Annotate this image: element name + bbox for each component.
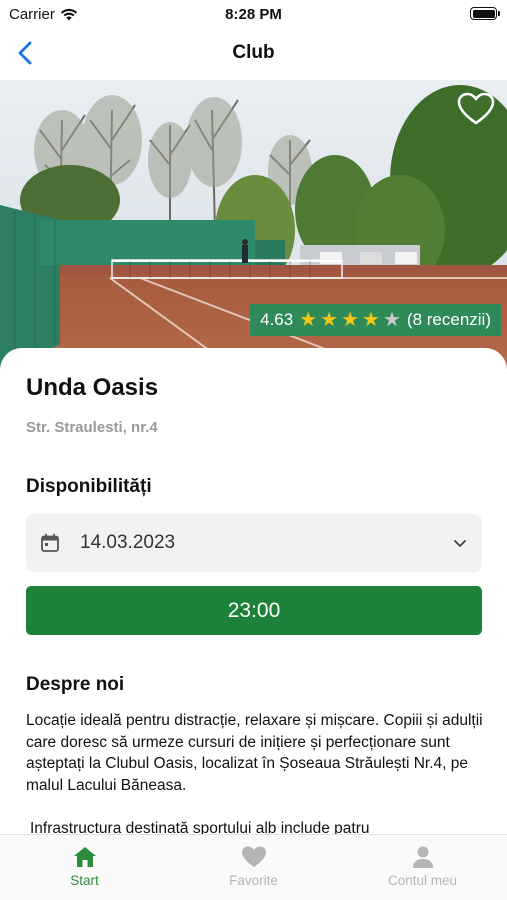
- rating-value: 4.63: [260, 310, 294, 329]
- tab-account[interactable]: Contul meu: [338, 835, 507, 900]
- page-title: Club: [232, 42, 275, 63]
- star-icon: ★: [341, 309, 360, 331]
- tab-label: Start: [70, 873, 99, 888]
- calendar-icon: [41, 533, 59, 552]
- favorite-button[interactable]: [457, 92, 495, 128]
- tab-favorite[interactable]: Favorite: [169, 835, 338, 900]
- star-icon: ★: [320, 309, 339, 331]
- tab-start[interactable]: Start: [0, 835, 169, 900]
- star-icon: ★: [362, 309, 380, 331]
- date-picker[interactable]: 14.03.2023: [26, 514, 482, 572]
- club-name: Unda Oasis: [26, 374, 159, 401]
- battery-icon: [470, 7, 500, 20]
- club-details-sheet: Unda Oasis Str. Straulesti, nr.4 Disponi…: [0, 348, 507, 834]
- star-icon: ★: [299, 309, 318, 331]
- status-bar: Carrier 8:28 PM: [0, 0, 507, 30]
- tab-bar: Start Favorite Contul meu: [0, 834, 507, 900]
- chevron-down-icon: [454, 540, 466, 547]
- reviews-count[interactable]: (8 recenzii): [407, 310, 491, 330]
- tab-label: Contul meu: [387, 873, 458, 888]
- rating-badge[interactable]: 4.63 ★ ★ ★ ★ ★ (8 recenzii): [250, 304, 501, 336]
- person-icon: [412, 846, 433, 868]
- star-empty-icon: ★: [382, 309, 401, 331]
- availability-heading: Disponibilități: [26, 476, 152, 497]
- home-icon: [73, 847, 96, 867]
- time-slot-button[interactable]: 23:00: [26, 586, 482, 635]
- about-paragraph: Infrastructura destinată sportului alb i…: [30, 819, 370, 835]
- heart-outline-icon: [457, 92, 495, 125]
- tab-label: Favorite: [229, 873, 278, 888]
- club-address: Str. Straulesti, nr.4: [26, 419, 158, 436]
- selected-date: 14.03.2023: [80, 532, 176, 553]
- about-heading: Despre noi: [26, 674, 125, 695]
- rating-stars: ★ ★ ★ ★ ★: [299, 310, 401, 330]
- about-paragraph: Locație ideală pentru distracție, relaxa…: [26, 712, 483, 794]
- about-text: Locație ideală pentru distracție, relaxa…: [26, 710, 488, 834]
- navigation-bar: Club: [0, 30, 507, 78]
- status-time: 8:28 PM: [225, 6, 282, 23]
- heart-icon: [241, 846, 266, 867]
